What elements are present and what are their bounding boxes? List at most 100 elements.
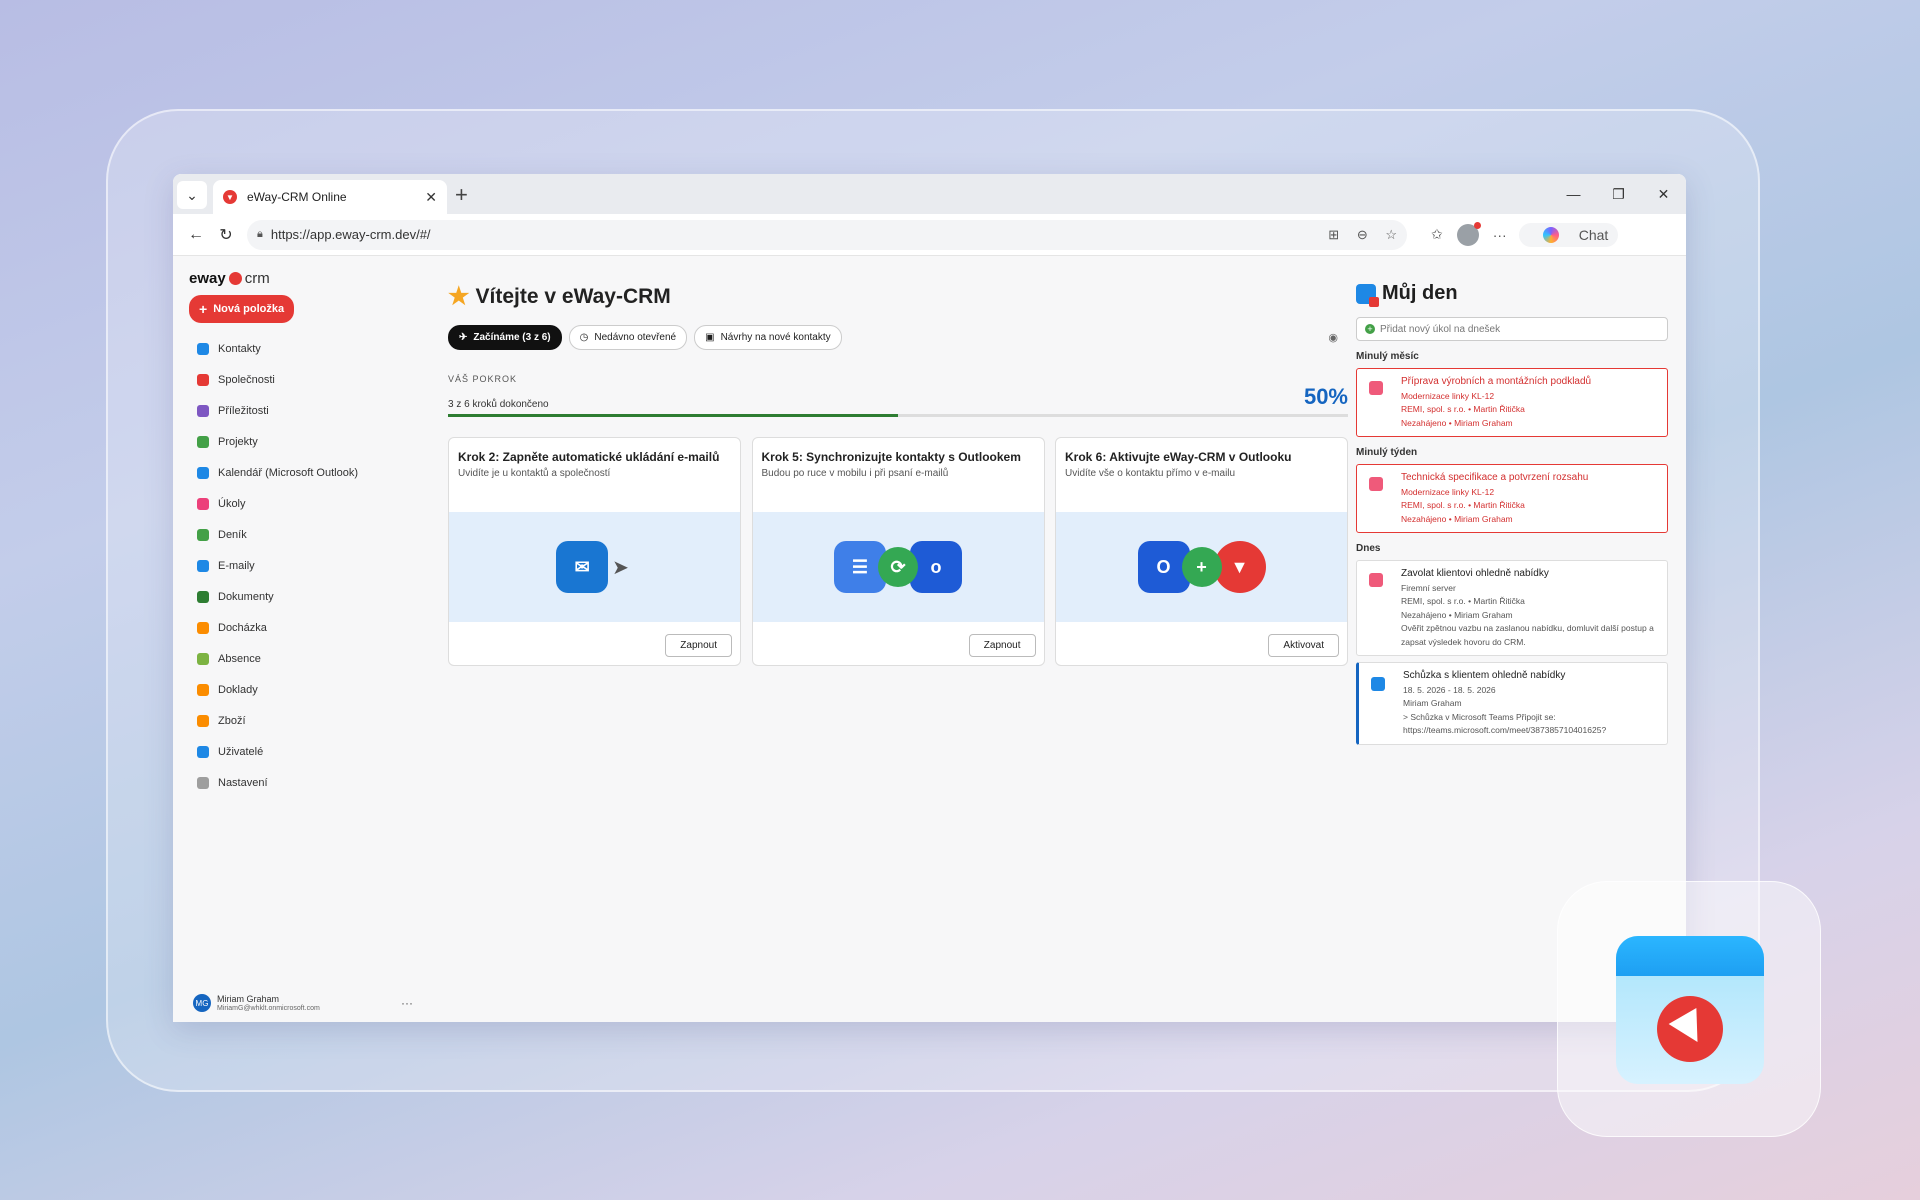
sidebar-item-label: Kalendář (Microsoft Outlook) (218, 466, 358, 479)
tab-label: Nedávno otevřené (594, 332, 677, 343)
sidebar-item-label: Úkoly (218, 497, 246, 510)
copilot-chat-button[interactable]: Chat (1518, 222, 1619, 247)
step-card: Krok 5: Synchronizujte kontakty s Outloo… (751, 437, 1045, 666)
module-icon (197, 528, 209, 541)
card-illustration: ✉ ➤ (449, 512, 740, 622)
module-icon (197, 466, 209, 479)
zoom-icon[interactable]: ⊖ (1357, 227, 1368, 242)
sidebar-item[interactable]: Zboží (191, 705, 413, 736)
tab-recent[interactable]: ◷ Nedávno otevřené (568, 325, 688, 350)
calendar-task-icon (1356, 283, 1379, 307)
eye-icon[interactable]: ◉ (1328, 331, 1338, 344)
new-item-button[interactable]: + Nová položka (189, 295, 295, 323)
module-icon (197, 621, 209, 634)
tab-getting-started[interactable]: ✈ Začínáme (3 z 6) (448, 325, 562, 350)
sidebar-item[interactable]: Úkoly (191, 488, 413, 519)
sidebar-item[interactable]: Docházka (191, 612, 413, 643)
card-title: Krok 6: Aktivujte eWay-CRM v Outlooku (1065, 450, 1292, 464)
chevron-down-icon: ⌄ (186, 186, 198, 203)
enable-button[interactable]: Zapnout (968, 634, 1036, 657)
tab-title: eWay-CRM Online (247, 190, 347, 204)
step-cards: Krok 2: Zapněte automatické ukládání e-m… (448, 437, 1348, 666)
activate-button[interactable]: Aktivovat (1268, 634, 1339, 657)
task-detail: Modernizace linky KL-12 (1401, 390, 1495, 401)
sidebar-item-label: Deník (218, 528, 247, 541)
app-grid-icon[interactable]: ⊞ (1328, 227, 1339, 242)
sidebar-item[interactable]: Nastavení (191, 767, 413, 798)
task-detail: Nezahájeno • Miriam Graham (1401, 609, 1513, 620)
section-label: Minulý týden (1356, 447, 1418, 458)
enable-button[interactable]: Zapnout (665, 634, 732, 657)
tab-list-button[interactable]: ⌄ (177, 181, 207, 209)
sync-icon: ⟳ (878, 547, 918, 587)
progress-subtitle: 3 z 6 kroků dokončeno (448, 399, 549, 410)
new-tab-button[interactable]: + (455, 182, 468, 208)
module-icon (197, 590, 209, 603)
task-item[interactable]: Zavolat klientovi ohledně nabídky Firemní… (1356, 560, 1668, 656)
logo-suffix: crm (244, 270, 270, 287)
favorite-star-icon[interactable]: ☆ (1385, 227, 1397, 242)
user-name: Miriam Graham (217, 994, 280, 1005)
chat-label: Chat (1578, 226, 1609, 243)
task-icon (1369, 381, 1383, 395)
sidebar-item[interactable]: Absence (191, 643, 413, 674)
task-sections: Minulý měsíc Příprava výrobních a montážn… (1356, 351, 1668, 745)
module-icon (197, 404, 209, 417)
sidebar-item[interactable]: E-maily (191, 550, 413, 581)
sidebar-item[interactable]: Společnosti (191, 364, 413, 395)
sidebar-item[interactable]: Kalendář (Microsoft Outlook) (191, 457, 413, 488)
app-icon-tile (1557, 881, 1821, 1137)
module-icon (197, 342, 209, 355)
module-icon (197, 652, 209, 665)
add-icon: + (1181, 547, 1222, 587)
sidebar-item[interactable]: Deník (191, 519, 413, 550)
task-detail: > Schůzka v Microsoft Teams Připojit se: (1403, 711, 1556, 722)
task-item[interactable]: Technická specifikace a potvrzení rozsah… (1356, 464, 1668, 533)
module-icon (197, 373, 209, 386)
add-task-input[interactable]: + Přidat nový úkol na dnešek (1356, 317, 1668, 341)
address-bar-row: ← ↻ 🔒︎ https://app.eway-crm.dev/#/ ⊞ ⊖ ☆… (173, 214, 1686, 256)
more-icon[interactable]: ··· (401, 996, 413, 1010)
sidebar-item[interactable]: Kontakty (191, 333, 413, 364)
cursor-icon: ➤ (612, 556, 629, 579)
module-icon (197, 497, 209, 510)
progress-bar (448, 414, 1348, 417)
plus-icon: + (199, 301, 208, 317)
restore-button[interactable]: ❐ (1596, 174, 1641, 214)
url-field[interactable]: 🔒︎ https://app.eway-crm.dev/#/ ⊞ ⊖ ☆ (247, 219, 1407, 250)
refresh-button[interactable]: ↻ (211, 225, 241, 245)
user-profile[interactable]: MG Miriam Graham MiriamG@whklt.onmicroso… (193, 994, 413, 1012)
sidebar-item[interactable]: Uživatelé (191, 736, 413, 767)
profile-avatar[interactable] (1456, 221, 1481, 246)
close-window-button[interactable]: ✕ (1641, 174, 1686, 214)
close-tab-icon[interactable]: ✕ (425, 189, 437, 206)
sidebar-item[interactable]: Doklady (191, 674, 413, 705)
module-icon (197, 559, 209, 572)
event-item[interactable]: Schůzka s klientem ohledně nabídky 18. 5.… (1356, 662, 1668, 745)
task-item[interactable]: Příprava výrobních a montážních podkladů… (1356, 368, 1668, 437)
user-email: MiriamG@whklt.onmicrosoft.com (217, 1004, 320, 1012)
task-title: Schůzka s klientem ohledně nabídky (1403, 670, 1566, 681)
back-button[interactable]: ← (181, 226, 211, 244)
task-icon (1369, 573, 1383, 587)
lock-icon: 🔒︎ (257, 228, 263, 240)
browser-tab[interactable]: ▼ eWay-CRM Online ✕ (213, 180, 447, 214)
sidebar-item-label: Doklady (218, 683, 258, 696)
sidebar-nav: Kontakty Společnosti Příležitosti Projekty K… (191, 333, 413, 798)
sidebar-item[interactable]: Příležitosti (191, 395, 413, 426)
more-menu-icon[interactable]: ··· (1493, 227, 1507, 243)
step-card: Krok 6: Aktivujte eWay-CRM v Outlooku Uv… (1055, 437, 1348, 666)
my-day-title: Můj den (1356, 282, 1668, 307)
tab-contact-suggestions[interactable]: ▣ Návrhy na nové kontakty (694, 325, 842, 350)
minimize-button[interactable]: — (1551, 174, 1596, 214)
sidebar-item[interactable]: Projekty (191, 426, 413, 457)
card-title: Krok 5: Synchronizujte kontakty s Outloo… (761, 450, 1021, 464)
eway-logo: eway crm (189, 270, 413, 287)
task-detail: REMI, spol. s r.o. • Martin Řitička (1401, 404, 1525, 414)
sidebar-item[interactable]: Dokumenty (191, 581, 413, 612)
progress-fill (448, 414, 898, 417)
sidebar-item-label: Docházka (218, 621, 267, 634)
url-text: https://app.eway-crm.dev/#/ (270, 227, 431, 242)
favorites-icon[interactable]: ✩ (1431, 226, 1443, 243)
card-illustration: O + ▼ (1056, 512, 1347, 622)
